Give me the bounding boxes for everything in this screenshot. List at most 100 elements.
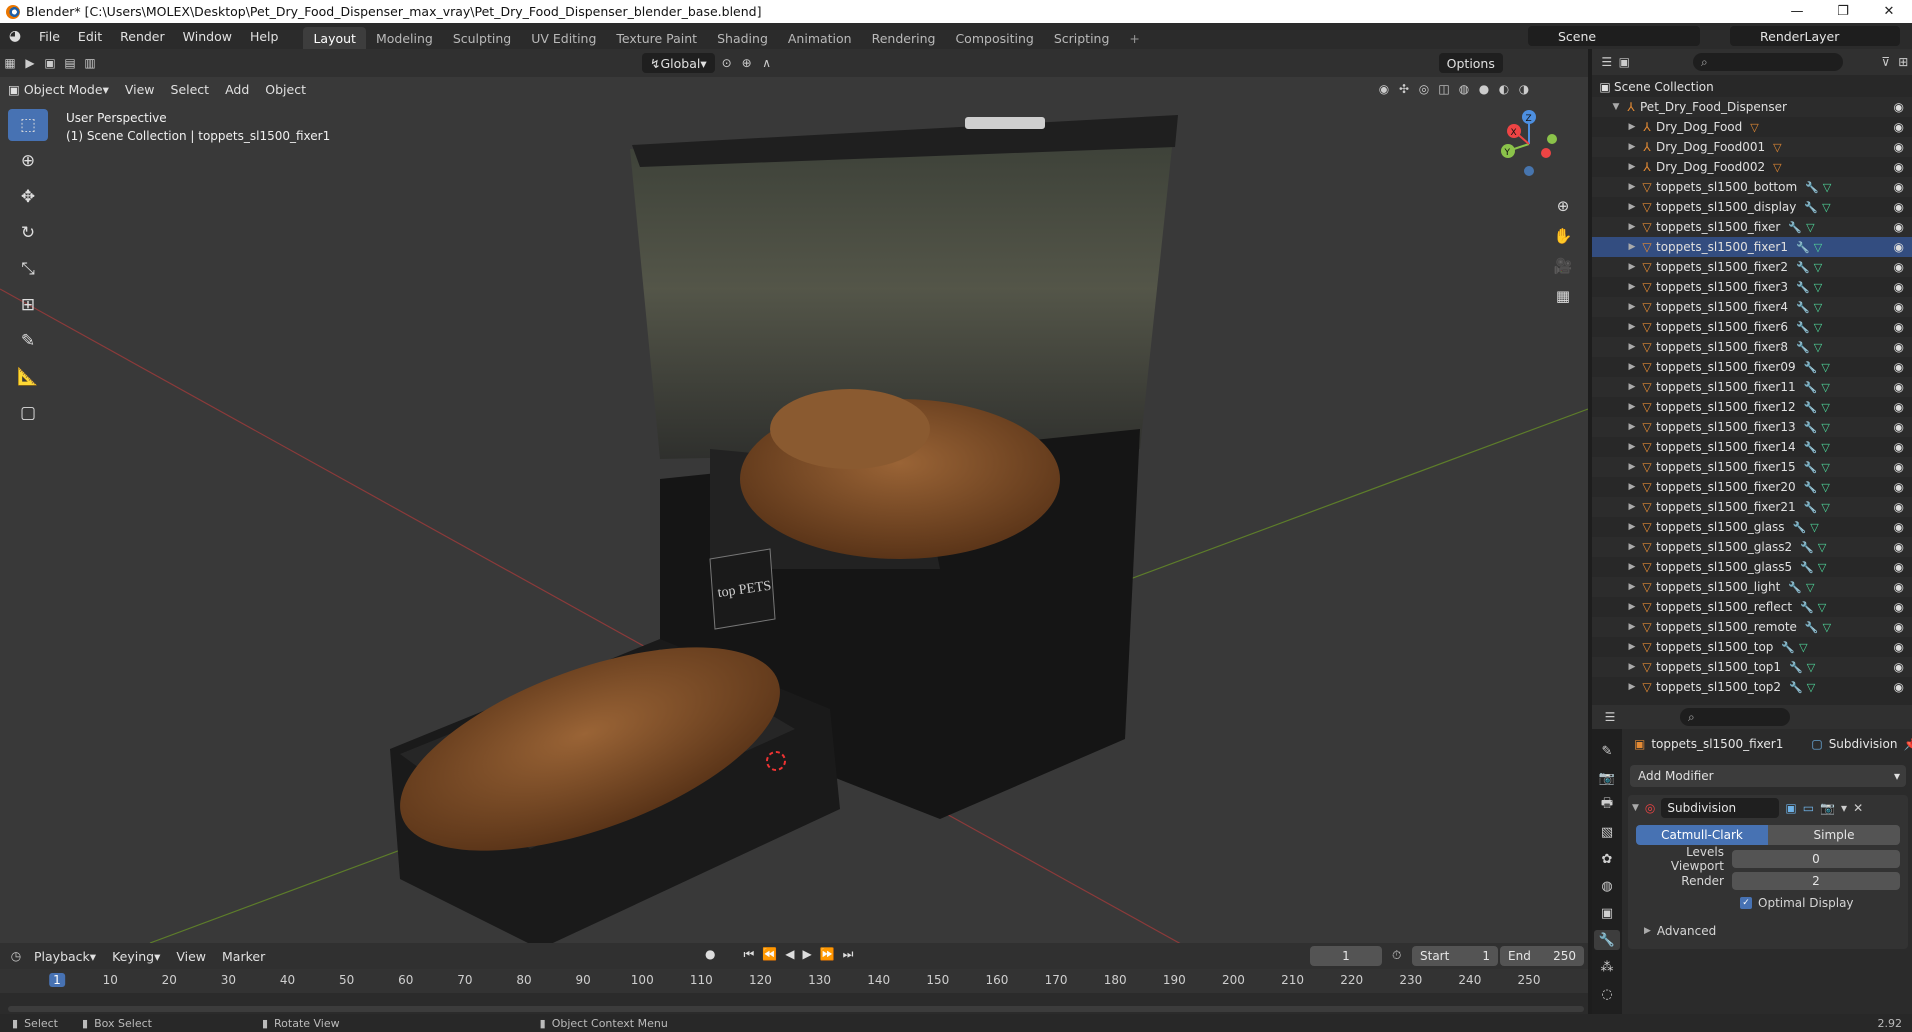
maximize-button[interactable]: ❐ <box>1820 0 1866 23</box>
outliner-item[interactable]: ▶ ▽ toppets_sl1500_fixer1 🔧 ▽ ◉ <box>1592 237 1912 257</box>
eye-icon[interactable]: ◉ <box>1894 440 1904 454</box>
expand-arrow-icon[interactable]: ▶ <box>1626 342 1638 352</box>
add-workspace-button[interactable]: + <box>1119 27 1141 49</box>
tab-rendering[interactable]: Rendering <box>862 27 946 49</box>
material-shading-icon[interactable]: ◐ <box>1494 79 1514 99</box>
outliner-item[interactable]: ▶ ▽ toppets_sl1500_fixer11 🔧 ▽ ◉ <box>1592 377 1912 397</box>
modifier-menu-icon[interactable]: ▾ <box>1841 801 1847 815</box>
outliner-item[interactable]: ▶ ▽ toppets_sl1500_light 🔧 ▽ ◉ <box>1592 577 1912 597</box>
mesh-data-icon[interactable]: ▽ <box>1810 521 1818 534</box>
expand-arrow-icon[interactable]: ▶ <box>1626 142 1638 152</box>
expand-arrow-icon[interactable]: ▶ <box>1626 122 1638 132</box>
eye-icon[interactable]: ◉ <box>1894 660 1904 674</box>
cursor-tool-icon[interactable]: ⊕ <box>8 145 48 177</box>
timeline-scrollbar[interactable] <box>8 1006 1584 1012</box>
modifier-wrench-icon[interactable]: 🔧 <box>1800 601 1814 614</box>
world-tab-icon[interactable]: ◍ <box>1594 876 1620 896</box>
mesh-data-icon[interactable]: ▽ <box>1814 281 1822 294</box>
proportional-edit-icon[interactable]: ∧ <box>757 53 777 73</box>
modifier-wrench-icon[interactable]: 🔧 <box>1793 521 1807 534</box>
modifier-wrench-icon[interactable]: 🔧 <box>1800 541 1814 554</box>
mesh-data-icon[interactable]: ▽ <box>1822 201 1830 214</box>
render-tab-icon[interactable]: 📷 <box>1594 768 1620 788</box>
expand-arrow-icon[interactable]: ▶ <box>1626 682 1638 692</box>
next-keyframe-icon[interactable]: ⏩ <box>820 947 835 962</box>
mesh-data-icon[interactable]: ▽ <box>1799 641 1807 654</box>
mesh-data-icon[interactable]: ▽ <box>1818 541 1826 554</box>
modifier-wrench-icon[interactable]: 🔧 <box>1796 341 1810 354</box>
modifier-wrench-icon[interactable]: 🔧 <box>1804 361 1818 374</box>
expand-arrow-icon[interactable]: ▶ <box>1626 462 1638 472</box>
tab-shading[interactable]: Shading <box>707 27 778 49</box>
editmode-toggle-icon[interactable]: ▣ <box>1785 801 1796 815</box>
expand-arrow-icon[interactable]: ▶ <box>1626 402 1638 412</box>
tab-uv-editing[interactable]: UV Editing <box>521 27 606 49</box>
outliner-item[interactable]: ▶ ⅄ Dry_Dog_Food002 ▽ ◉ <box>1592 157 1912 177</box>
catmull-clark-button[interactable]: Catmull-Clark <box>1636 825 1768 845</box>
modifier-wrench-icon[interactable]: 🔧 <box>1805 181 1819 194</box>
tab-compositing[interactable]: Compositing <box>945 27 1043 49</box>
menu-playback[interactable]: Playback ▾ <box>26 946 104 966</box>
mesh-data-icon[interactable]: ▽ <box>1807 661 1815 674</box>
eye-icon[interactable]: ◉ <box>1894 240 1904 254</box>
outliner-item[interactable]: ▶ ▽ toppets_sl1500_fixer12 🔧 ▽ ◉ <box>1592 397 1912 417</box>
outliner-item[interactable]: ▶ ▽ toppets_sl1500_glass2 🔧 ▽ ◉ <box>1592 537 1912 557</box>
eye-icon[interactable]: ◉ <box>1894 140 1904 154</box>
tab-sculpting[interactable]: Sculpting <box>443 27 521 49</box>
mesh-data-icon[interactable]: ▽ <box>1821 361 1829 374</box>
select-box-tool-icon[interactable]: ⬚ <box>8 109 48 141</box>
filter-icon[interactable]: ⊽ <box>1877 52 1895 72</box>
select-mode-icon[interactable]: ▣ <box>40 53 60 73</box>
render-levels-field[interactable]: 2 <box>1732 872 1900 890</box>
mesh-data-icon[interactable]: ▽ <box>1823 181 1831 194</box>
outliner-item[interactable]: ▶ ▽ toppets_sl1500_glass 🔧 ▽ ◉ <box>1592 517 1912 537</box>
tool-tab-icon[interactable]: ✎ <box>1594 741 1620 761</box>
end-frame-field[interactable]: End 250 <box>1500 946 1584 966</box>
mesh-data-icon[interactable]: ▽ <box>1823 621 1831 634</box>
modifier-wrench-icon[interactable]: 🔧 <box>1796 261 1810 274</box>
overlay-icon[interactable]: ◎ <box>1414 79 1434 99</box>
menu-render[interactable]: Render <box>111 23 174 49</box>
eye-icon[interactable]: ◉ <box>1894 180 1904 194</box>
eye-icon[interactable]: ◉ <box>1894 580 1904 594</box>
outliner-scene-collection[interactable]: ▣ Scene Collection <box>1592 77 1912 97</box>
modifier-wrench-icon[interactable]: 🔧 <box>1805 621 1819 634</box>
modifier-wrench-icon[interactable]: 🔧 <box>1804 461 1818 474</box>
tab-animation[interactable]: Animation <box>778 27 862 49</box>
mesh-data-icon[interactable]: ▽ <box>1814 301 1822 314</box>
expand-arrow-icon[interactable]: ▶ <box>1626 322 1638 332</box>
eye-icon[interactable]: ◉ <box>1894 680 1904 694</box>
options-menu[interactable]: Options <box>1438 53 1503 73</box>
modifier-wrench-icon[interactable]: 🔧 <box>1804 201 1818 214</box>
expand-arrow-icon[interactable]: ▶ <box>1626 482 1638 492</box>
expand-arrow-icon[interactable]: ▶ <box>1626 302 1638 312</box>
outliner-item[interactable]: ▶ ▽ toppets_sl1500_fixer3 🔧 ▽ ◉ <box>1592 277 1912 297</box>
object-tab-icon[interactable]: ▣ <box>1594 903 1620 923</box>
expand-arrow-icon[interactable]: ▶ <box>1626 562 1638 572</box>
optimal-display-checkbox[interactable]: ✓ <box>1740 897 1752 909</box>
modifier-wrench-icon[interactable]: 🔧 <box>1796 321 1810 334</box>
modifier-wrench-icon[interactable]: 🔧 <box>1781 641 1795 654</box>
eye-icon[interactable]: ◉ <box>1894 120 1904 134</box>
mesh-data-icon[interactable]: ▽ <box>1821 381 1829 394</box>
modifier-wrench-icon[interactable]: 🔧 <box>1804 501 1818 514</box>
modifier-wrench-icon[interactable]: 🔧 <box>1800 561 1814 574</box>
minimize-button[interactable]: — <box>1774 0 1820 23</box>
mesh-data-icon[interactable]: ▽ <box>1814 321 1822 334</box>
pan-hand-icon[interactable]: ✋ <box>1548 224 1578 248</box>
timeline-ruler[interactable]: 1 10 20 30 40 50 60 70 80 90 100 110 120 130 140 150 160… <box>0 969 1588 993</box>
navigation-gizmo[interactable]: Z Y X <box>1494 109 1564 179</box>
transform-tool-icon[interactable]: ⊞ <box>8 289 48 321</box>
mesh-data-icon[interactable]: ▽ <box>1821 461 1829 474</box>
gizmo-neg-y-handle[interactable] <box>1547 134 1557 144</box>
object-data-icon[interactable]: ▽ <box>1773 141 1781 154</box>
expand-arrow-icon[interactable]: ▶ <box>1626 442 1638 452</box>
menu-edit[interactable]: Edit <box>69 23 111 49</box>
tab-modeling[interactable]: Modeling <box>366 27 443 49</box>
menu-select[interactable]: Select <box>163 79 218 99</box>
outliner-item[interactable]: ▶ ▽ toppets_sl1500_top2 🔧 ▽ ◉ <box>1592 677 1912 697</box>
play-icon[interactable]: ▶ <box>802 947 811 962</box>
modifier-wrench-icon[interactable]: 🔧 <box>1796 301 1810 314</box>
outliner-search-input[interactable]: ⌕ <box>1693 53 1843 71</box>
properties-search-input[interactable]: ⌕ <box>1680 708 1790 726</box>
